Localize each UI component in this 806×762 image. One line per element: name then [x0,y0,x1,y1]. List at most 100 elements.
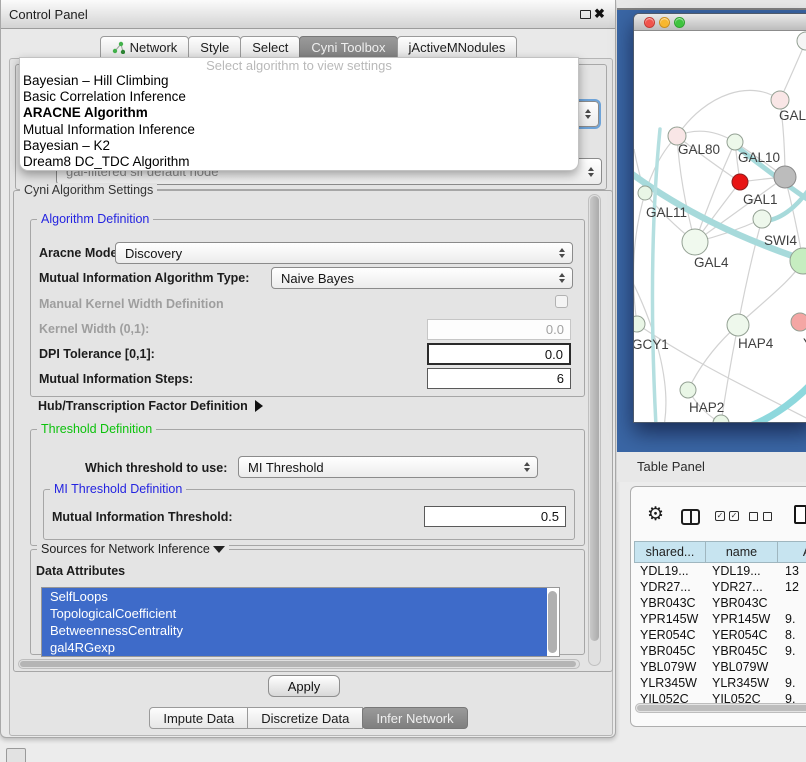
which-threshold-combo[interactable]: MI Threshold [238,456,538,478]
columns-icon[interactable] [681,509,700,525]
algorithm-dropdown-popup: Select algorithm to view settings Bayesi… [19,57,579,171]
attribute-list-item[interactable]: gal4RGexp [42,639,547,656]
network-node[interactable] [774,166,796,188]
network-node[interactable] [790,248,806,274]
hub-definition-label: Hub/Transcription Factor Definition [38,399,248,413]
algorithm-option[interactable]: ARACNE Algorithm [20,105,578,121]
tab-label: Select [252,40,288,55]
network-node-hap4[interactable] [727,314,749,336]
tab-label: Discretize Data [261,711,349,726]
table-row[interactable]: YDL19...YDL19...13 [634,563,806,579]
gear-icon[interactable]: ⚙ [647,505,664,525]
close-traffic-light-icon[interactable] [644,17,655,28]
algorithm-option[interactable]: Dream8 DC_TDC Algorithm [20,154,578,170]
table-row[interactable]: YBR045CYBR045C9. [634,643,806,659]
table-row[interactable]: YER054CYER054C8. [634,627,806,643]
tab-cyni-toolbox[interactable]: Cyni Toolbox [299,36,397,58]
network-node-gal10[interactable] [727,134,743,150]
sources-title[interactable]: Sources for Network Inference [37,542,229,556]
aracne-mode-combo[interactable]: Discovery [115,242,573,264]
table-row[interactable]: YDR27...YDR27...12 [634,579,806,595]
combo-arrows-icon [559,248,565,258]
tab-label: jActiveMNodules [409,40,506,55]
table-cell: YPR145W [706,611,779,627]
node-label: GAL4 [694,255,729,270]
table-cell: 9. [779,691,806,703]
data-attributes-list[interactable]: SelfLoopsTopologicalCoefficientBetweenne… [41,587,560,657]
network-node-y[interactable] [791,313,806,331]
network-node-hap2[interactable] [680,382,696,398]
mi-threshold-field[interactable]: 0.5 [424,506,566,527]
algorithm-option[interactable]: Mutual Information Inference [20,122,578,138]
table-row[interactable]: YLR345WYLR345W9. [634,675,806,691]
table-cell: 8. [779,627,806,643]
tab-discretize-data[interactable]: Discretize Data [247,707,363,729]
tab-style[interactable]: Style [188,36,241,58]
algorithm-definition-group: Algorithm Definition Aracne Mode: Discov… [30,219,585,397]
hub-definition-expander[interactable]: Hub/Transcription Factor Definition [38,399,263,413]
combo-arrows-icon [524,462,530,472]
table-panel-title: Table Panel [617,452,806,482]
column-header[interactable]: shared... [634,541,706,563]
table-row[interactable]: YPR145WYPR145W9. [634,611,806,627]
network-view-window[interactable]: GALGAL80GAL10GAL1SWI4GAL11GAL4GCY1HAP4YH… [633,13,806,423]
document-icon[interactable] [794,505,806,524]
tab-select[interactable]: Select [240,36,300,58]
attribute-list-item[interactable]: BetweennessCentrality [42,622,547,639]
combo-arrows-icon [559,273,565,283]
corner-button[interactable] [6,748,26,762]
network-window-titlebar [634,14,806,31]
dpi-tolerance-field[interactable]: 0.0 [427,343,571,365]
tab-impute-data[interactable]: Impute Data [149,707,248,729]
attribute-list-item[interactable]: SelfLoops [42,588,547,605]
table-row[interactable]: YBR043CYBR043C [634,595,806,611]
minimize-traffic-light-icon[interactable] [659,17,670,28]
float-window-icon[interactable] [580,10,591,19]
deselect-all-checks-icon[interactable] [749,512,772,521]
table-horizontal-scrollbar[interactable] [635,703,806,713]
zoom-traffic-light-icon[interactable] [674,17,685,28]
mi-threshold-value: 0.5 [541,509,559,524]
network-node-swi4[interactable] [753,210,771,228]
settings-horizontal-scrollbar[interactable] [18,659,580,669]
close-icon[interactable]: ✖ [594,6,605,22]
network-node-gal1[interactable] [732,174,748,190]
network-node-gcy1[interactable] [634,316,645,332]
table-cell: 9. [779,675,806,691]
table-cell: 9. [779,611,806,627]
algorithm-option[interactable]: Bayesian – Hill Climbing [20,73,578,89]
network-node-gal[interactable] [771,91,789,109]
table-cell: YIL052C [706,691,779,703]
tab-label: Impute Data [163,711,234,726]
attribute-list-item[interactable]: TopologicalCoefficient [42,605,547,622]
network-node-gal11[interactable] [638,186,652,200]
table-row[interactable]: YBL079WYBL079W [634,659,806,675]
column-header[interactable]: name [705,541,778,563]
tab-label: Cyni Toolbox [311,40,385,55]
tab-infer-network[interactable]: Infer Network [362,707,467,729]
settings-vertical-scrollbar[interactable] [588,194,601,666]
manual-kernel-checkbox[interactable] [555,295,568,308]
column-header[interactable]: A [777,541,806,563]
tab-jactivemnodules[interactable]: jActiveMNodules [397,36,518,58]
tab-network[interactable]: Network [100,36,190,58]
table-row[interactable]: YIL052CYIL052C9. [634,691,806,703]
apply-button[interactable]: Apply [268,675,340,697]
select-all-checks-icon[interactable]: ✓✓ [715,511,739,521]
mi-steps-field[interactable]: 6 [427,368,571,389]
kernel-width-field: 0.0 [427,319,571,340]
manual-kernel-label: Manual Kernel Width Definition [39,297,224,311]
control-panel-tab-bar: Network Style Select Cyni Toolbox jActiv… [1,36,615,58]
network-node[interactable] [797,32,806,50]
mi-type-combo[interactable]: Naive Bayes [271,267,573,289]
algorithm-option[interactable]: Bayesian – K2 [20,138,578,154]
algorithm-option[interactable]: Basic Correlation Inference [20,89,578,105]
collapse-arrow-icon [213,546,225,553]
network-node[interactable] [713,415,729,423]
list-scrollbar[interactable] [548,591,557,653]
network-canvas[interactable]: GALGAL80GAL10GAL1SWI4GAL11GAL4GCY1HAP4YH… [634,31,806,423]
node-label: GAL [779,108,806,123]
node-label: GAL80 [678,142,720,157]
table-cell [779,659,806,675]
network-node-gal4[interactable] [682,229,708,255]
